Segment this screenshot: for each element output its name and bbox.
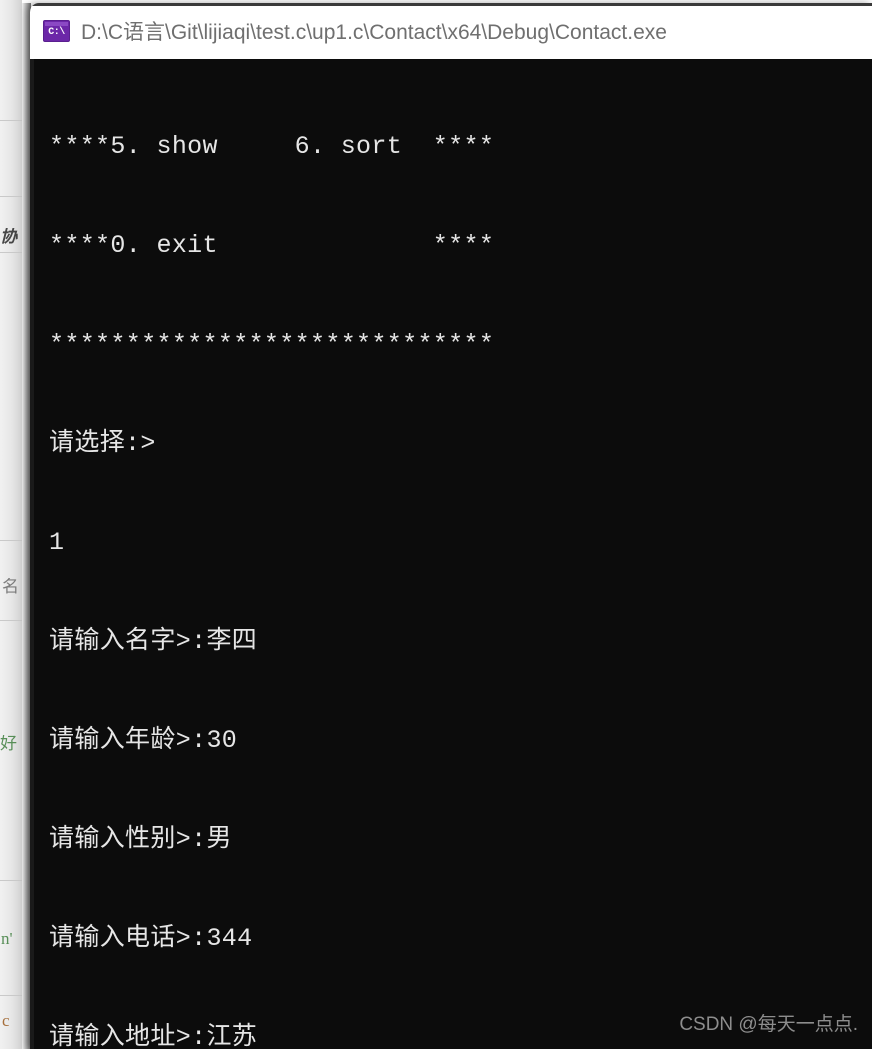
console-line: ***************************** — [49, 330, 495, 359]
editor-gutter-line — [0, 252, 22, 253]
desktop-background: 协 名 好 n' c C:\ D:\C语言\Git\lijiaqi\test.c… — [0, 0, 872, 1049]
csdn-watermark: CSDN @每天一点点. — [679, 1014, 858, 1035]
editor-text-fragment: 名 — [2, 578, 19, 595]
console-line: 请输入年龄>:30 — [49, 726, 238, 755]
console-output-area[interactable]: ****5. show 6. sort **** ****0. exit ***… — [30, 59, 872, 1049]
console-line: 请输入性别>:男 — [49, 825, 232, 854]
editor-text-fragment: 协 — [0, 228, 17, 245]
console-app-icon: C:\ — [43, 20, 70, 42]
titlebar-top-edge — [30, 3, 872, 6]
console-line: 1 — [49, 528, 65, 557]
console-line: 请输入地址>:江苏 — [49, 1023, 258, 1049]
console-line: 请输入电话>:344 — [49, 924, 253, 953]
editor-text-fragment: n' — [1, 930, 13, 947]
editor-gutter-line — [0, 620, 22, 621]
window-titlebar[interactable]: C:\ D:\C语言\Git\lijiaqi\test.c\up1.c\Cont… — [30, 3, 872, 59]
editor-gutter-line — [0, 540, 22, 541]
console-window[interactable]: C:\ D:\C语言\Git\lijiaqi\test.c\up1.c\Cont… — [30, 3, 872, 1049]
editor-gutter — [0, 0, 22, 1049]
window-title: D:\C语言\Git\lijiaqi\test.c\up1.c\Contact\… — [81, 21, 667, 44]
icon-prompt-glyph: C:\ — [48, 27, 65, 38]
console-text-buffer: ****5. show 6. sort **** ****0. exit ***… — [49, 64, 621, 1049]
console-line: ****5. show 6. sort **** — [49, 132, 495, 161]
icon-title-strip — [45, 22, 68, 26]
console-line: 请选择:> — [49, 429, 156, 458]
console-line: 请输入名字>:李四 — [49, 627, 258, 656]
editor-gutter-line — [0, 880, 22, 881]
console-line: ****0. exit **** — [49, 231, 495, 260]
editor-text-fragment: 好 — [0, 735, 17, 752]
editor-text-fragment: c — [2, 1012, 10, 1029]
editor-gutter-line — [0, 120, 22, 121]
editor-gutter-line — [0, 196, 22, 197]
console-left-edge — [30, 59, 34, 1049]
editor-gutter-line — [0, 995, 22, 996]
